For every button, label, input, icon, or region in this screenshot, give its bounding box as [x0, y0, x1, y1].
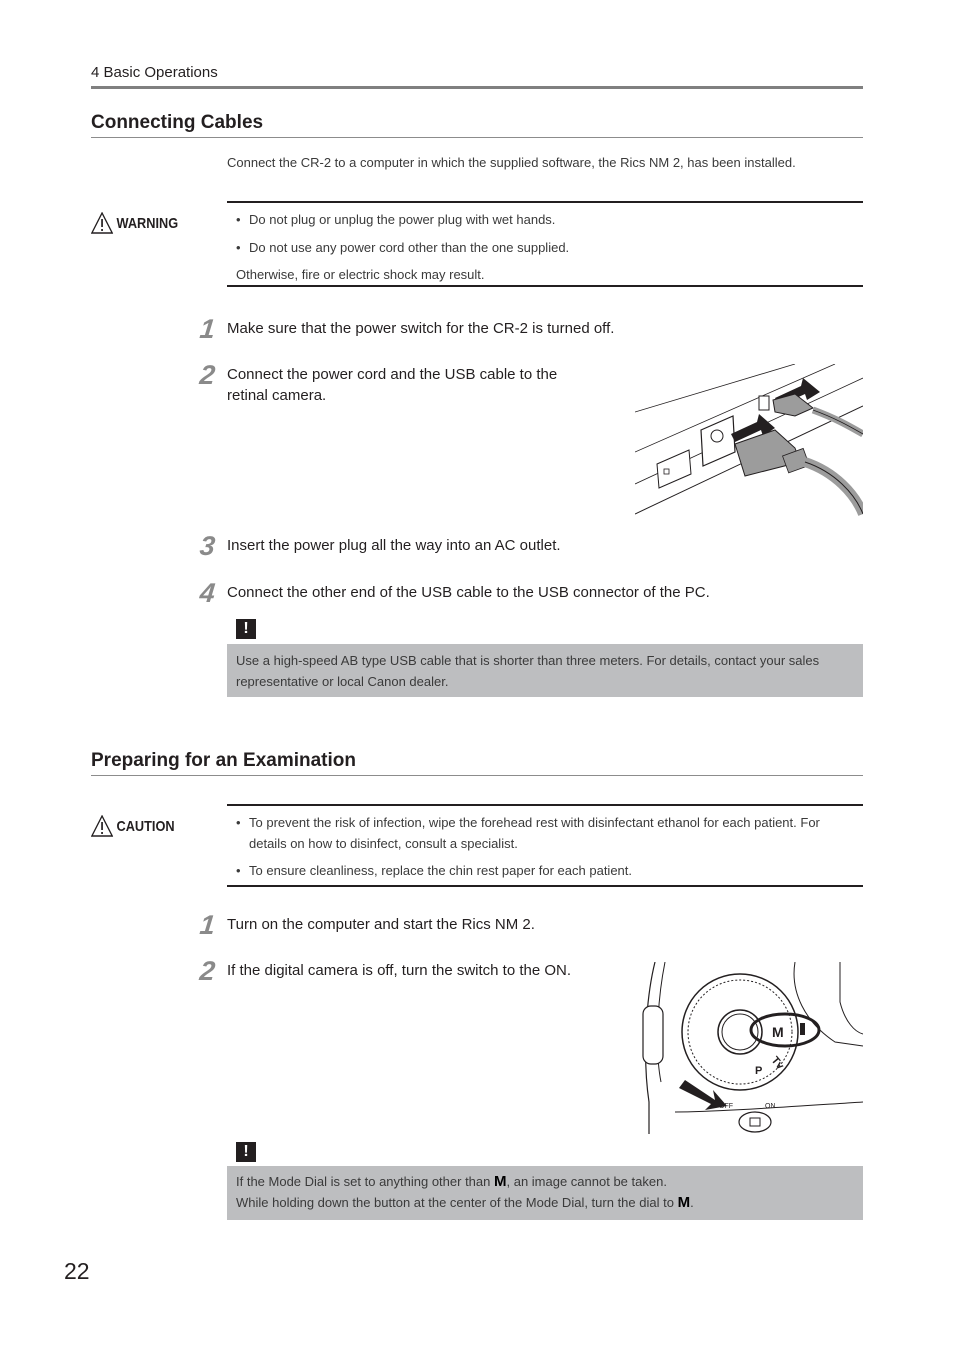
step-4: 4 Connect the other end of the USB cable…	[198, 578, 710, 608]
step-1: 1 Turn on the computer and start the Ric…	[198, 910, 535, 940]
usb-port-icon	[758, 395, 770, 411]
step-number: 4	[198, 578, 217, 608]
cable-connection-figure	[635, 364, 863, 517]
step-text: Connect the power cord and the USB cable…	[227, 366, 558, 404]
section-rule	[91, 137, 863, 138]
dial-mode-m: M	[772, 1024, 784, 1040]
chapter-rule	[91, 86, 863, 89]
section-intro: Connect the CR-2 to a computer in which …	[227, 155, 796, 170]
on-label: ON	[765, 1103, 776, 1110]
dial-mode-p: P	[755, 1065, 762, 1077]
note-text: If the Mode Dial is set to anything othe…	[236, 1174, 494, 1189]
off-label: OFF	[719, 1103, 733, 1110]
mode-dial-figure: M Tv P OFF ON	[642, 962, 863, 1134]
section-title-connecting-cables: Connecting Cables	[91, 112, 264, 133]
mode-m-symbol: M	[493, 1173, 507, 1190]
power-switch-icon	[656, 449, 692, 489]
chapter-title: 4 Basic Operations	[91, 64, 218, 81]
step-3: 3 Insert the power plug all the way into…	[198, 531, 561, 561]
note-line-2: While holding down the button at the cen…	[236, 1192, 854, 1213]
note-exclamation-icon: !	[236, 1142, 256, 1162]
step-number: 2	[198, 360, 217, 390]
trash-button-icon	[738, 1111, 772, 1133]
step-2: 2 If the digital camera is off, turn the…	[198, 956, 572, 986]
warning-box: Do not plug or unplug the power plug wit…	[227, 201, 863, 287]
step-number: 1	[198, 910, 217, 940]
step-text: Connect the other end of the USB cable t…	[227, 584, 710, 601]
note-line-1: If the Mode Dial is set to anything othe…	[236, 1171, 854, 1192]
caution-label: CAUTION	[91, 815, 175, 837]
warning-label: WARNING	[91, 212, 178, 234]
step-number: 1	[198, 314, 217, 344]
caution-box: To prevent the risk of infection, wipe t…	[227, 804, 863, 887]
step-number: 2	[198, 956, 217, 986]
mode-m-symbol: M	[677, 1194, 691, 1211]
warning-label-text: WARNING	[116, 214, 179, 232]
caution-item: To prevent the risk of infection, wipe t…	[227, 812, 863, 854]
warning-footer: Otherwise, fire or electric shock may re…	[236, 267, 485, 282]
page-number: 22	[64, 1258, 90, 1284]
step-text: If the digital camera is off, turn the s…	[227, 962, 572, 979]
section-title-preparing-examination: Preparing for an Examination	[91, 750, 356, 771]
note-text: While holding down the button at the cen…	[236, 1195, 678, 1210]
step-2: 2 Connect the power cord and the USB cab…	[198, 360, 600, 406]
warning-triangle-icon	[91, 212, 114, 234]
section-rule	[91, 775, 863, 776]
note-text: .	[690, 1195, 694, 1210]
note-text: , an image cannot be taken.	[506, 1174, 667, 1189]
note-box: If the Mode Dial is set to anything othe…	[227, 1166, 863, 1220]
step-text: Turn on the computer and start the Rics …	[227, 916, 535, 933]
warning-item: Do not use any power cord other than the…	[227, 237, 863, 258]
note-exclamation-icon: !	[236, 619, 256, 639]
caution-item: To ensure cleanliness, replace the chin …	[227, 860, 863, 881]
warning-item: Do not plug or unplug the power plug wit…	[227, 209, 863, 230]
ac-inlet-icon	[700, 415, 736, 467]
step-text: Insert the power plug all the way into a…	[227, 537, 561, 554]
step-1: 1 Make sure that the power switch for th…	[198, 314, 615, 344]
note-box: Use a high-speed AB type USB cable that …	[227, 644, 863, 697]
strap-lug-icon	[642, 1005, 664, 1065]
caution-label-text: CAUTION	[116, 817, 175, 835]
step-number: 3	[198, 531, 217, 561]
warning-triangle-icon	[91, 815, 114, 837]
step-text: Make sure that the power switch for the …	[227, 320, 615, 337]
